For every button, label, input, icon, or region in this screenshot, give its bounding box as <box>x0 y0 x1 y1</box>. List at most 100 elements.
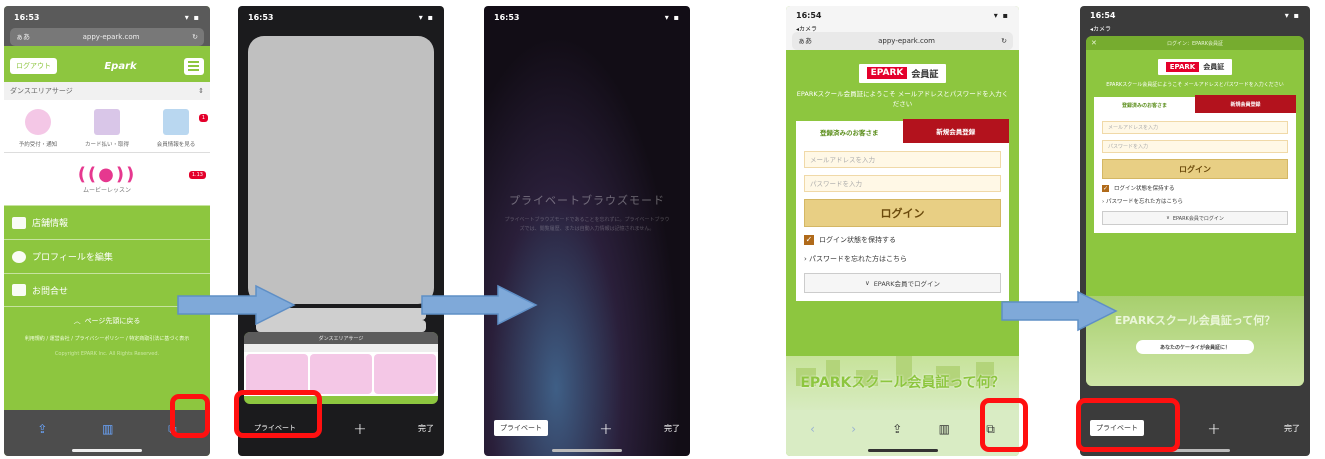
logo-epark: EPARK <box>1165 62 1200 72</box>
new-tab-plus-icon[interactable]: + <box>1207 419 1220 438</box>
phone-screen-private-tab-switcher: 16:54 ▾ ▪ ◂カメラ ✕ ログイン：EPARK会員証 EPARK 会員証… <box>1080 6 1310 456</box>
status-bar: 16:54 ▾ ▪ <box>786 6 1019 24</box>
clock: 16:53 <box>494 12 520 22</box>
grid-item-card[interactable]: カード払い・取得 <box>73 100 141 152</box>
epark-login-button: ∨ EPARK会員でログイン <box>1102 211 1288 225</box>
password-field[interactable]: パスワードを入力 <box>804 174 1001 192</box>
hamburger-menu-icon[interactable] <box>183 57 204 75</box>
share-icon[interactable]: ⇪ <box>37 422 47 436</box>
new-tab-plus-icon[interactable]: + <box>599 419 612 438</box>
back-label: ◂カメラ <box>796 25 818 33</box>
logo-kaiin: 会員証 <box>911 69 939 80</box>
login-button[interactable]: ログイン <box>804 198 1001 227</box>
signal-icon: ▾ ▪ <box>184 12 200 22</box>
done-button[interactable]: 完了 <box>1284 423 1300 434</box>
tab-new-member[interactable]: 新規会員登録 <box>902 118 1009 143</box>
broadcast-person-icon: ((●)) <box>77 164 137 185</box>
chevron-down-icon: ∨ <box>1166 215 1170 221</box>
clock: 16:54 <box>796 10 822 20</box>
keep-login-checkbox: ✓ ログイン状態を保持する <box>1102 184 1288 192</box>
tab-registered[interactable]: 登録済みのお客さま <box>796 118 903 143</box>
forward-icon[interactable]: › <box>851 422 856 436</box>
person-icon <box>25 109 51 135</box>
banner-pill: あなたのケータイが会員証に！ <box>1136 340 1254 354</box>
login-inputs: メールアドレスを入力 パスワードを入力 ログイン ✓ ログイン状態を保持する ›… <box>796 143 1009 293</box>
movie-lesson-item[interactable]: ((●)) ムービーレッスン 1.13 <box>4 153 210 205</box>
keep-login-label: ログイン状態を保持する <box>819 235 896 244</box>
back-label: ◂カメラ <box>1090 25 1112 33</box>
grid-item-label: 予約受付・通知 <box>18 142 58 148</box>
login-tabs: 登録済みのお客さま 新規会員登録 <box>1094 95 1296 113</box>
chevron-updown-icon: ⇕ <box>198 87 204 95</box>
signal-icon: ▾ ▪ <box>993 10 1009 20</box>
epark-login-label: EPARK会員でログイン <box>1172 215 1224 222</box>
intro-text: EPARKスクール会員証にようこそ メールアドレスとパスワードを入力ください <box>796 89 1009 108</box>
private-mode-description: プライベートブラウズモードであることを忘れずに。プライベートブラウズでは、閲覧履… <box>504 217 670 232</box>
logo-kaiin: 会員証 <box>1203 63 1225 71</box>
share-icon[interactable]: ⇪ <box>892 422 902 436</box>
app-header: ログアウト Epark <box>4 50 210 82</box>
signal-icon: ▾ ▪ <box>664 12 680 22</box>
text-size-button[interactable]: ぁあ <box>798 36 812 46</box>
copyright: Copyright EPARK Inc. All Rights Reserved… <box>54 351 160 357</box>
done-button[interactable]: 完了 <box>418 423 434 434</box>
grid-item-label: カード払い・取得 <box>84 142 129 148</box>
user-icon <box>12 250 26 263</box>
intro-text: EPARKスクール会員証にようこそ メールアドレスとパスワードを入力ください <box>1106 82 1284 88</box>
footer-links[interactable]: 利用規約 / 運営会社 / プライバシーポリシー / 特定商取引法に基づく表示 <box>4 335 210 344</box>
done-button[interactable]: 完了 <box>664 423 680 434</box>
login-button: ログイン <box>1102 159 1288 179</box>
private-tab-card[interactable]: ✕ ログイン：EPARK会員証 EPARK 会員証 EPARKスクール会員証によ… <box>1086 36 1304 386</box>
epark-login-button[interactable]: ∨ EPARK会員でログイン <box>804 272 1001 293</box>
chevron-up-icon: ︿ <box>73 317 81 325</box>
back-to-app[interactable]: ◂カメラ <box>786 24 1019 33</box>
home-indicator <box>72 449 142 452</box>
phone-screen-login: 16:54 ▾ ▪ ◂カメラ ぁあ appy-epark.com ↻ EPARK… <box>786 6 1019 456</box>
epark-logo: EPARK 会員証 <box>858 63 947 83</box>
keep-login-checkbox[interactable]: ✓ ログイン状態を保持する <box>804 234 1001 245</box>
breadcrumb[interactable]: ダンスエリアサージ ⇕ <box>4 82 210 100</box>
close-icon[interactable]: ✕ <box>1091 39 1097 47</box>
signal-icon: ▾ ▪ <box>1284 10 1300 20</box>
reload-icon[interactable]: ↻ <box>192 33 198 41</box>
address-bar[interactable]: ぁあ appy-epark.com ↻ <box>10 28 204 46</box>
login-inputs: メールアドレスを入力 パスワードを入力 ログイン ✓ ログイン状態を保持する ›… <box>1094 113 1296 225</box>
bookmarks-icon[interactable]: ▥ <box>939 422 950 436</box>
menu-item-label: お問合せ <box>32 286 69 297</box>
bookmarks-icon[interactable]: ▥ <box>102 422 113 436</box>
forgot-password-link[interactable]: › パスワードを忘れた方はこちら <box>804 254 1001 264</box>
banner-title[interactable]: EPARKスクール会員証って何？ <box>786 376 1019 390</box>
new-tab-plus-icon[interactable]: + <box>353 419 366 438</box>
url-text: appy-epark.com <box>878 37 935 45</box>
epark-login-label: EPARK会員でログイン <box>873 279 941 288</box>
back-to-app[interactable]: ◂カメラ <box>1080 24 1310 33</box>
logo-epark: EPARK <box>866 67 908 79</box>
menu-item-label: 店舗情報 <box>32 219 69 229</box>
text-size-button[interactable]: ぁあ <box>16 32 30 42</box>
logout-button[interactable]: ログアウト <box>10 58 57 74</box>
reload-icon[interactable]: ↻ <box>1001 37 1007 45</box>
back-icon[interactable]: ‹ <box>810 422 815 436</box>
grid-item-member[interactable]: 会員情報を見る 1 <box>142 100 210 152</box>
grid-item-booking[interactable]: 予約受付・通知 <box>4 100 72 152</box>
login-tabs: 登録済みのお客さま 新規会員登録 <box>796 118 1009 143</box>
page-top-label: ページ先頭に戻る <box>84 317 141 325</box>
checkmark-icon: ✓ <box>804 234 814 245</box>
chevron-right-icon: › <box>804 254 807 263</box>
email-field: メールアドレスを入力 <box>1102 121 1288 134</box>
signal-icon: ▾ ▪ <box>418 12 434 22</box>
tab-registered: 登録済みのお客さま <box>1094 95 1195 113</box>
address-bar[interactable]: ぁあ appy-epark.com ↻ <box>792 32 1013 50</box>
highlight-private-button <box>1076 398 1180 452</box>
status-bar: 16:54 ▾ ▪ <box>1080 6 1310 24</box>
blurred-tab-card[interactable] <box>248 36 434 304</box>
phone-screen-app-menu: 16:53 ▾ ▪ ぁあ appy-epark.com ↻ ログアウト Epar… <box>4 6 210 456</box>
video-camera-icon <box>163 109 189 135</box>
epark-logo: EPARK 会員証 <box>1157 59 1233 75</box>
menu-item-edit-profile[interactable]: プロフィールを編集 <box>4 239 210 273</box>
private-button[interactable]: プライベート <box>494 420 548 436</box>
email-field[interactable]: メールアドレスを入力 <box>804 150 1001 168</box>
keep-login-label: ログイン状態を保持する <box>1114 186 1175 192</box>
thumbnail-title: ダンスエリアサージ <box>244 332 438 344</box>
menu-item-store-info[interactable]: 店舗情報 <box>4 205 210 239</box>
